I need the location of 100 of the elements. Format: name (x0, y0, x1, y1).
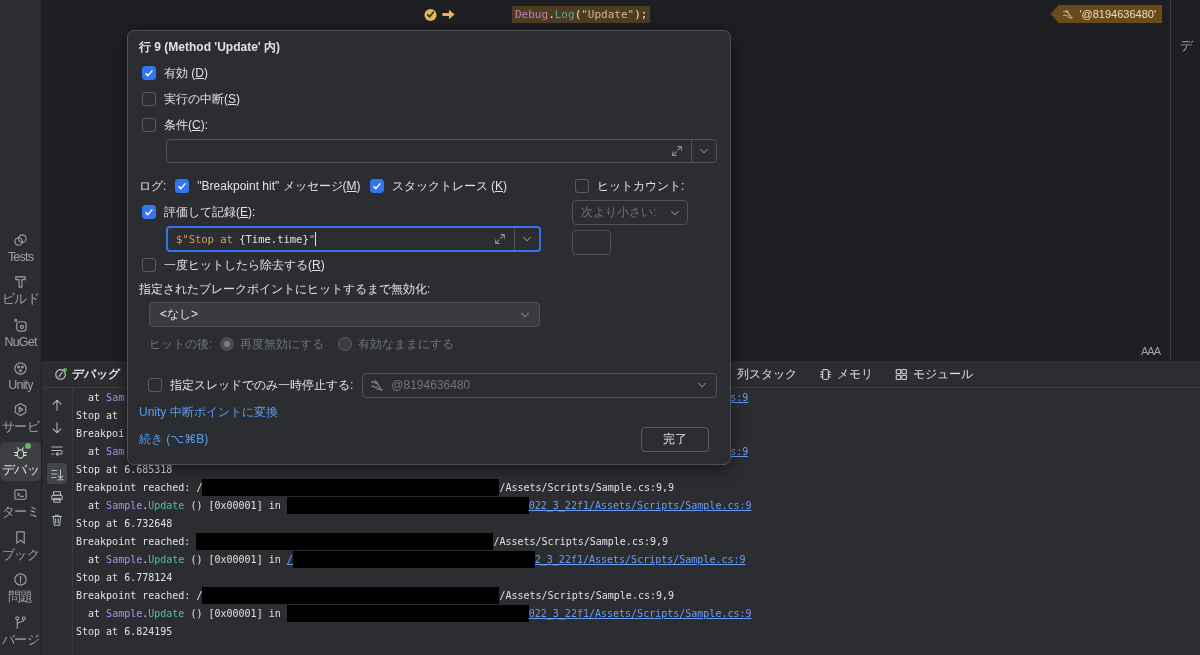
tool-window-button[interactable]: サービ (0, 399, 41, 439)
toolbar-button[interactable] (47, 463, 67, 484)
console-text: Sam (106, 445, 125, 457)
panel-tab[interactable]: メモリ (819, 365, 873, 383)
checkbox-label[interactable]: 一度ヒットしたら除去する(R) (164, 256, 325, 274)
checkbox-label[interactable]: 指定スレッドでのみ一時停止する: (170, 376, 354, 394)
file-link[interactable]: s:9 (730, 445, 749, 457)
console-text: () [0x00001] in (189, 553, 282, 565)
tool-window-button[interactable]: デバッ (0, 441, 41, 482)
convert-link[interactable]: Unity 中断ポイントに変換 (139, 400, 718, 424)
tool-window-button[interactable]: Unity (0, 356, 41, 396)
expand-icon (670, 144, 684, 158)
console-text: Breakpoint reached: (76, 535, 192, 547)
checkbox[interactable] (369, 179, 384, 193)
arrow-up-icon (50, 397, 64, 412)
tool-window-button[interactable]: Tests (0, 229, 41, 269)
hit-count-field[interactable] (572, 230, 611, 255)
checkbox[interactable] (142, 92, 156, 106)
tool-window-button[interactable]: NuGet (0, 314, 41, 354)
expand-icon (493, 232, 507, 246)
continue-link[interactable]: 続き (⌥⌘B) (139, 430, 209, 448)
popup-title: 行 9 (Method 'Update' 内) (139, 39, 282, 56)
terminal-icon (13, 487, 28, 503)
tool-window-button[interactable]: ターミ (0, 484, 41, 524)
checkbox[interactable] (142, 66, 156, 80)
file-link[interactable]: s:9 (730, 391, 749, 403)
console-text: at (87, 391, 102, 403)
expression-field[interactable]: $"Stop at {Time.time}" (166, 226, 541, 252)
checkbox[interactable] (575, 179, 589, 193)
condition-field[interactable] (166, 139, 717, 163)
checkbox-label[interactable]: "Breakpoint hit" メッセージ(M) (197, 177, 361, 195)
console-text: Breakpoint reached: / (76, 481, 203, 493)
file-link[interactable]: 022_3_22f1/Assets/Scripts/Sample.cs:9 (528, 607, 752, 619)
console-text: Stop at 6.732648 (76, 517, 173, 529)
unity-icon (13, 360, 28, 376)
hammer-icon (13, 274, 28, 290)
tests-icon (13, 233, 28, 249)
console-text: () [0x00001] in (189, 607, 282, 619)
inline-hint: '@8194636480' (1050, 5, 1162, 23)
trash-icon (50, 512, 64, 527)
warning-icon (13, 572, 28, 588)
checkbox-label[interactable]: 有効 (D) (164, 64, 208, 82)
panel-title: デバッグ (72, 365, 120, 383)
thread-icon (1062, 8, 1075, 20)
checkbox-label[interactable]: ヒットカウント: (597, 177, 685, 195)
console-text: Stop at 6.685318 (76, 463, 173, 475)
side-tab[interactable]: デ (1180, 37, 1193, 55)
console-text: Sam (106, 391, 125, 403)
breakpoint-icon (423, 6, 438, 22)
console-text: Stop at (76, 409, 119, 421)
console-text: /Assets/Scripts/Sample.cs:9,9 (493, 535, 669, 547)
grid-icon (895, 367, 908, 381)
thread-icon (370, 378, 385, 392)
breakpoint-dropdown[interactable]: <なし> (149, 302, 540, 327)
console-text: . (142, 499, 149, 511)
section-label: 指定されたブレークポイントにヒットするまで無効化: (139, 281, 432, 298)
after-hit-label: ヒットの後: (149, 335, 213, 353)
tool-window-button[interactable]: 問題 (0, 569, 41, 609)
branch-icon (13, 614, 28, 630)
file-link[interactable]: / (286, 553, 293, 565)
file-link[interactable]: 2_3_22f1/Assets/Scripts/Sample.cs:9 (534, 553, 746, 565)
panel-tab[interactable]: 列スタック (737, 365, 797, 383)
printer-icon (50, 489, 64, 504)
console-text: Stop at 6.778124 (76, 571, 173, 583)
chip-icon (819, 367, 832, 381)
checkbox[interactable] (175, 179, 190, 193)
console-text: . (142, 607, 149, 619)
scroll-end-icon (50, 466, 64, 481)
file-link[interactable]: 022_3_22f1/Assets/Scripts/Sample.cs:9 (528, 499, 752, 511)
checkbox-label[interactable]: 実行の中断(S) (164, 90, 240, 108)
wrap-icon (50, 443, 64, 458)
tool-window-button[interactable]: ビルド (0, 271, 41, 311)
log-label: ログ: (139, 177, 167, 195)
debugger-icon (54, 367, 68, 381)
tool-window-button[interactable]: バージ (0, 612, 41, 652)
checkbox-label[interactable]: スタックトレース (K) (391, 177, 507, 195)
done-button[interactable]: 完了 (641, 426, 709, 452)
console-text: at (87, 445, 102, 457)
console-text: /Assets/Scripts/Sample.cs:9,9 (499, 589, 675, 601)
tool-window-button[interactable]: ブック (0, 527, 41, 567)
arrow-down-icon (50, 420, 64, 435)
play-hexagon-icon (13, 401, 28, 417)
panel-tab[interactable]: モジュール (895, 365, 973, 383)
console-text: at (87, 553, 102, 565)
console-text: Update (148, 607, 185, 619)
checkbox-label[interactable]: 条件(C): (164, 116, 208, 134)
bug-icon (13, 444, 28, 460)
checkbox[interactable] (142, 258, 156, 272)
console-text: Sample (106, 553, 143, 565)
console-text: at (87, 499, 102, 511)
bookmark-icon (13, 529, 28, 545)
checkbox-label[interactable]: 評価して記録(E): (164, 203, 256, 221)
console-text: () [0x00001] in (189, 499, 282, 511)
checkbox[interactable] (142, 205, 156, 219)
console-text: Update (148, 499, 185, 511)
console-text: at (87, 607, 102, 619)
checkbox[interactable] (148, 378, 162, 392)
reader-mode-button[interactable]: AAA (1141, 345, 1160, 357)
checkbox[interactable] (142, 118, 156, 132)
console-text: Update (148, 553, 185, 565)
